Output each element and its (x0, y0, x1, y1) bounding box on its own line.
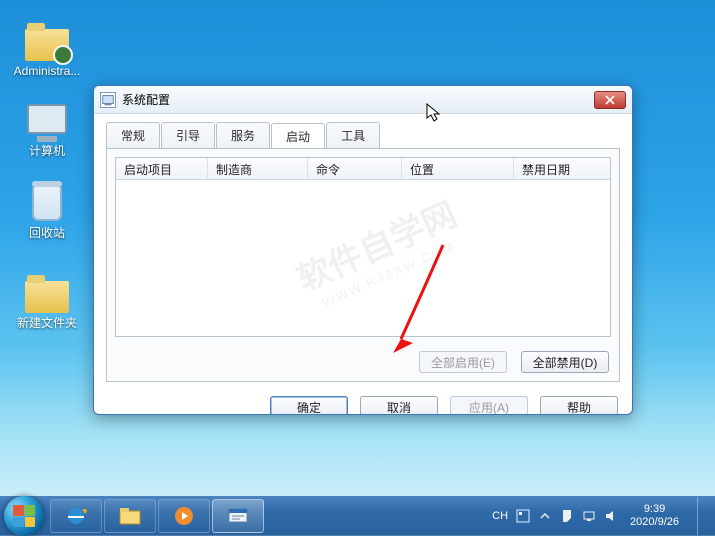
folder-user-icon (24, 16, 70, 62)
watermark-main: 软件自学网 (293, 199, 461, 296)
close-button[interactable] (594, 91, 626, 109)
taskbar-item-explorer[interactable] (104, 499, 156, 533)
action-center-icon[interactable] (560, 509, 574, 523)
watermark-sub: WWW.RJZXW.COM (305, 227, 473, 324)
watermark: 软件自学网 WWW.RJZXW.COM (293, 199, 473, 323)
folder-icon (24, 268, 70, 314)
start-button[interactable] (4, 496, 44, 536)
recycle-bin-icon (24, 178, 70, 224)
column-disabled-date[interactable]: 禁用日期 (514, 158, 610, 179)
startup-list[interactable]: 启动项目 制造商 命令 位置 禁用日期 软件自学网 WWW.RJZXW.COM (115, 157, 611, 337)
system-tray: CH 9:39 2020/9/26 (492, 497, 711, 535)
show-desktop-button[interactable] (697, 497, 707, 535)
taskbar-item-ie[interactable] (50, 499, 102, 533)
column-manufacturer[interactable]: 制造商 (208, 158, 308, 179)
taskbar-clock[interactable]: 9:39 2020/9/26 (626, 503, 683, 529)
file-explorer-icon (117, 505, 143, 527)
desktop-icon-label: 回收站 (10, 226, 84, 240)
titlebar[interactable]: 系统配置 (94, 86, 632, 114)
tab-boot[interactable]: 引导 (161, 122, 215, 148)
taskbar-item-media-player[interactable] (158, 499, 210, 533)
windows-logo-icon (13, 505, 35, 527)
column-location[interactable]: 位置 (402, 158, 514, 179)
apply-button: 应用(A) (450, 396, 528, 415)
system-configuration-dialog: 系统配置 常规 引导 服务 启动 工具 启动项目 制造商 命令 位置 禁用日期 … (93, 85, 633, 415)
list-header: 启动项目 制造商 命令 位置 禁用日期 (116, 158, 610, 180)
tab-services[interactable]: 服务 (216, 122, 270, 148)
clock-time: 9:39 (630, 503, 679, 516)
tray-chevron-up-icon[interactable] (538, 509, 552, 523)
msconfig-icon (225, 505, 251, 527)
internet-explorer-icon (63, 505, 89, 527)
computer-icon (24, 96, 70, 142)
network-icon[interactable] (582, 509, 596, 523)
desktop-icon-label: 计算机 (10, 144, 84, 158)
volume-icon[interactable] (604, 509, 618, 523)
enable-all-button: 全部启用(E) (419, 351, 507, 373)
dialog-button-bar: 确定 取消 应用(A) 帮助 (94, 390, 632, 415)
ok-button[interactable]: 确定 (270, 396, 348, 415)
taskbar-item-msconfig[interactable] (212, 499, 264, 533)
desktop-icon-recycle-bin[interactable]: 回收站 (10, 178, 84, 240)
disable-all-button[interactable]: 全部禁用(D) (521, 351, 609, 373)
app-icon (100, 92, 116, 108)
desktop-icon-computer[interactable]: 计算机 (10, 96, 84, 158)
taskbar: CH 9:39 2020/9/26 (0, 496, 715, 536)
clock-date: 2020/9/26 (630, 516, 679, 529)
tab-tools[interactable]: 工具 (326, 122, 380, 148)
media-player-icon (171, 505, 197, 527)
desktop-icon-label: 新建文件夹 (10, 316, 84, 330)
column-startup-item[interactable]: 启动项目 (116, 158, 208, 179)
help-button[interactable]: 帮助 (540, 396, 618, 415)
tab-panel-startup: 启动项目 制造商 命令 位置 禁用日期 软件自学网 WWW.RJZXW.COM … (106, 148, 620, 382)
tab-strip: 常规 引导 服务 启动 工具 (94, 114, 632, 148)
tab-startup[interactable]: 启动 (271, 123, 325, 149)
ime-options-icon[interactable] (516, 509, 530, 523)
desktop-icon-new-folder[interactable]: 新建文件夹 (10, 268, 84, 330)
tab-general[interactable]: 常规 (106, 122, 160, 148)
cancel-button[interactable]: 取消 (360, 396, 438, 415)
window-title: 系统配置 (122, 91, 170, 108)
desktop-icon-label: Administra... (10, 64, 84, 78)
ime-indicator[interactable]: CH (492, 510, 508, 522)
desktop-icon-administrator[interactable]: Administra... (10, 16, 84, 78)
column-command[interactable]: 命令 (308, 158, 402, 179)
